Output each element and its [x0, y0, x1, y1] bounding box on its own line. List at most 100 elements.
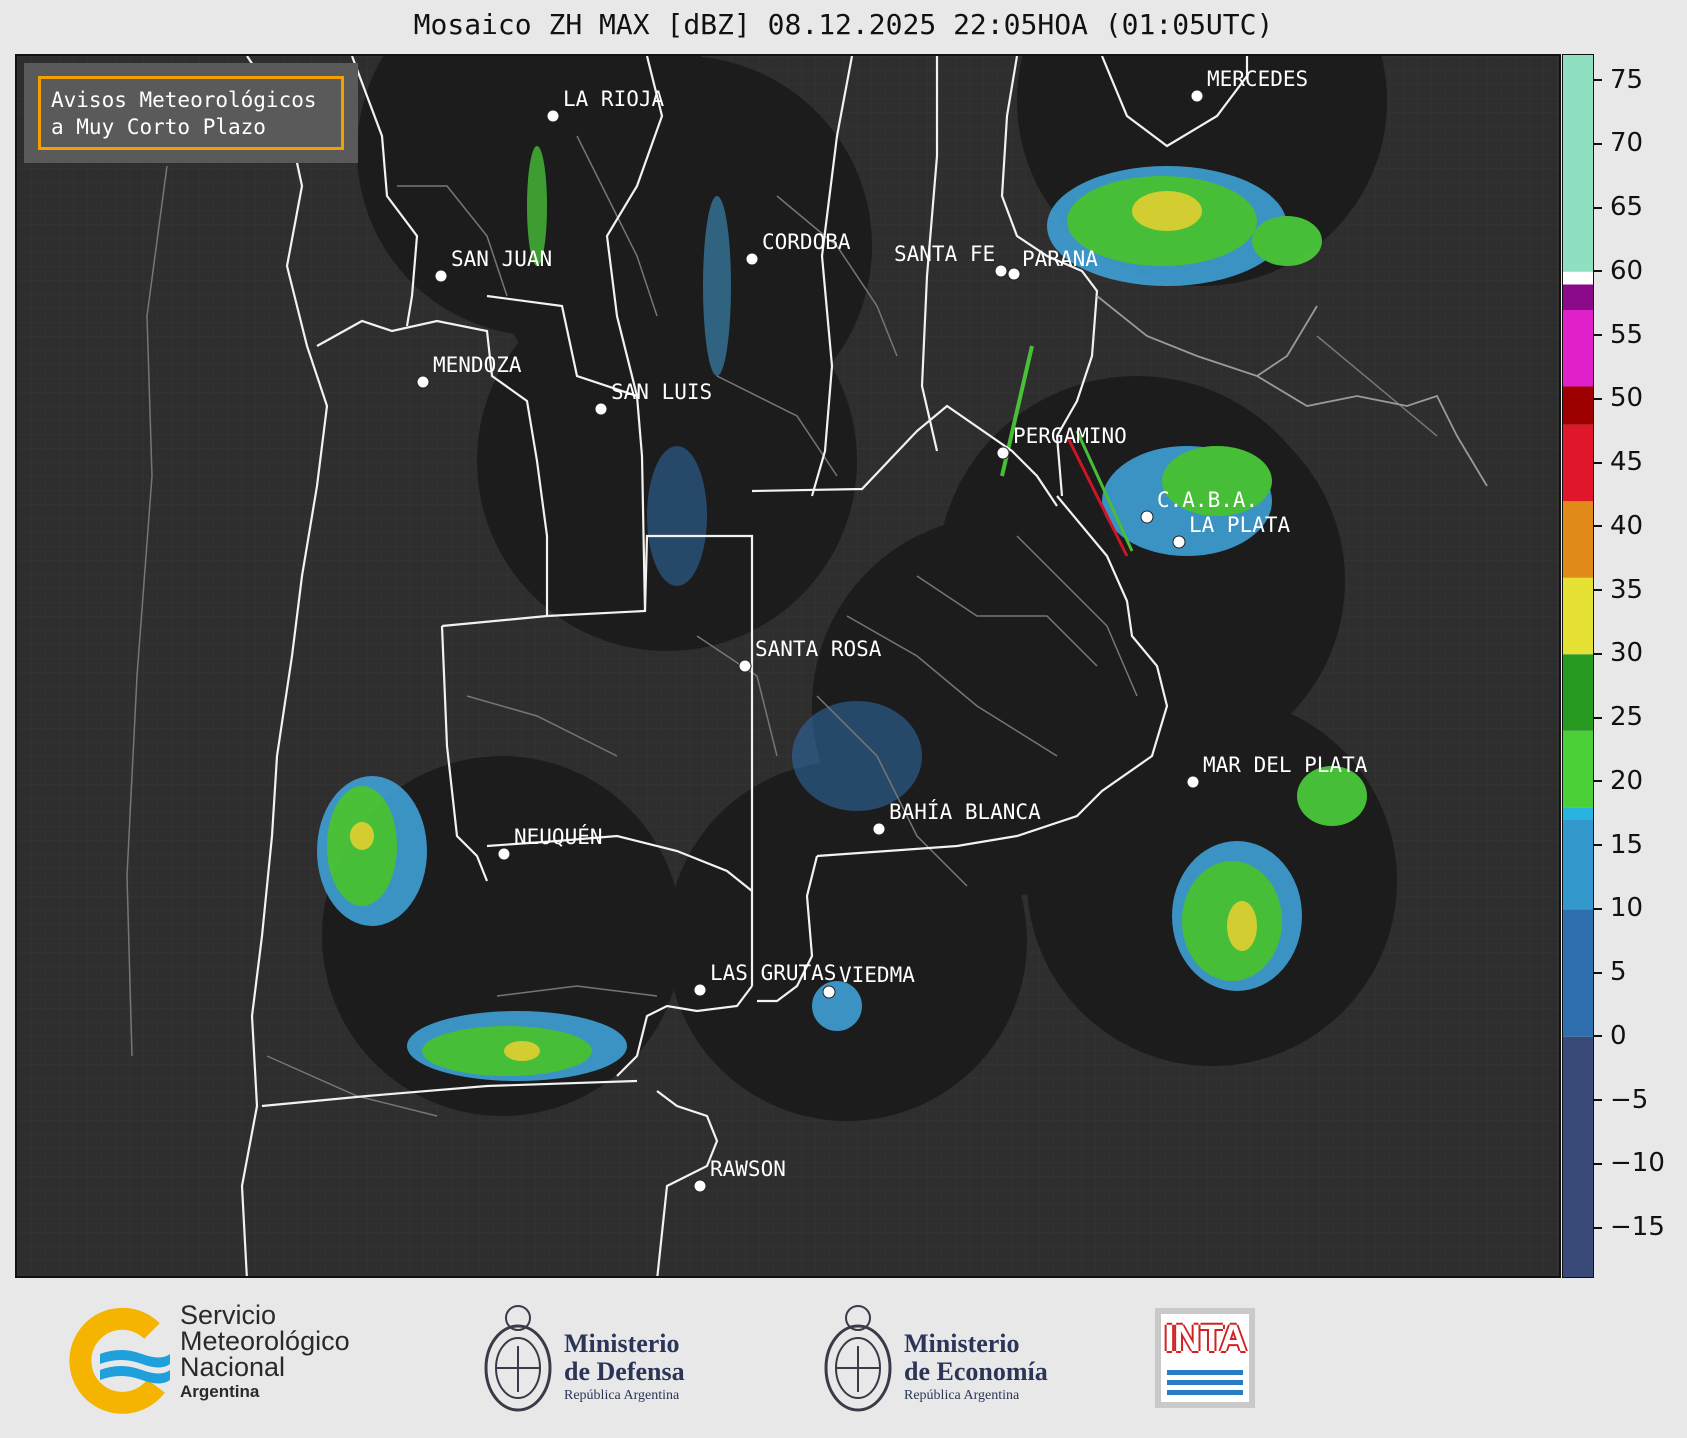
warning-line-2: a Muy Corto Plazo [51, 115, 266, 139]
colorbar-band-5 [1563, 654, 1593, 731]
city-label-san-luis: SAN LUIS [611, 380, 712, 404]
city-label-la-plata: LA PLATA [1189, 513, 1291, 537]
city-label-santa-fe: SANTA FE [894, 242, 995, 266]
colorbar-tick-label: 0 [1594, 1021, 1627, 1051]
reflectivity-colorbar [1562, 54, 1594, 1278]
inta-logo-inner: INTA [1161, 1314, 1249, 1402]
colorbar-band-7 [1563, 501, 1593, 578]
footer-logos: Servicio Meteorológico Nacional Argentin… [0, 1278, 1687, 1438]
defensa-line-1: Ministerio [564, 1329, 680, 1358]
colorbar-band-6 [1563, 577, 1593, 655]
city-dot-pergamino [996, 446, 1010, 460]
economia-seal-icon [824, 1305, 892, 1412]
city-label-pergamino: PERGAMINO [1013, 424, 1127, 448]
colorbar-band-11 [1563, 284, 1593, 310]
economia-line-1: Ministerio [904, 1329, 1020, 1358]
colorbar-tick-label: 25 [1594, 702, 1643, 732]
city-label-parana: PARANA [1022, 247, 1098, 271]
city-label-viedma: VIEDMA [839, 963, 915, 987]
colorbar-tick-label: 5 [1594, 957, 1627, 987]
colorbar-band-9 [1563, 386, 1593, 425]
colorbar-tick-label: 65 [1594, 192, 1643, 222]
colorbar-tick-label: 40 [1594, 511, 1643, 541]
defensa-seal-icon [484, 1305, 552, 1412]
city-dot-neuquen [497, 847, 511, 861]
city-dot-mercedes [1190, 89, 1204, 103]
colorbar-band-8 [1563, 424, 1593, 502]
city-label-bahia-blanca: BAHÍA BLANCA [889, 799, 1041, 824]
inta-stripe-1 [1167, 1370, 1243, 1375]
colorbar-band-1 [1563, 909, 1593, 1037]
city-label-la-rioja: LA RIOJA [563, 87, 665, 111]
city-label-san-juan: SAN JUAN [451, 247, 552, 271]
colorbar-band-3 [1563, 807, 1593, 820]
colorbar-tick-label: 50 [1594, 383, 1643, 413]
colorbar-ticks: 75 70 65 60 55 50 45 40 35 30 25 20 15 10 5 0 −5 −10 −15 [1594, 54, 1687, 1278]
city-dot-san-luis [594, 402, 608, 416]
inta-logo: INTA [1155, 1308, 1255, 1408]
colorbar-tick-label: −10 [1594, 1148, 1665, 1178]
city-label-cordoba: CORDOBA [762, 230, 851, 254]
colorbar-band-2 [1563, 820, 1593, 910]
colorbar-bands [1563, 55, 1593, 1277]
city-dot-caba [1140, 510, 1154, 524]
city-dot-bahia-blanca [872, 822, 886, 836]
city-dot-rawson [693, 1179, 707, 1193]
inta-stripe-2 [1167, 1380, 1243, 1385]
colorbar-band-0 [1563, 1036, 1593, 1277]
inta-word: INTA [1164, 1318, 1247, 1360]
city-label-neuquen: NEUQUÉN [514, 824, 603, 849]
colorbar-tick-label: 10 [1594, 893, 1643, 923]
colorbar-band-13 [1563, 55, 1593, 272]
city-dot-la-plata [1172, 535, 1186, 549]
inta-stripe-3 [1167, 1390, 1243, 1395]
warning-box: Avisos Meteorológicos a Muy Corto Plazo [24, 63, 358, 163]
colorbar-tick-label: 75 [1594, 65, 1643, 95]
city-dot-santa-rosa [738, 659, 752, 673]
colorbar-tick-label: 35 [1594, 575, 1643, 605]
map-canvas: LA RIOJA SAN JUAN CORDOBA SANTA FE PARANA MER… [17, 56, 1559, 1276]
city-label-santa-rosa: SANTA ROSA [755, 637, 882, 661]
city-label-caba: C.A.B.A. [1157, 488, 1258, 512]
colorbar-tick-label: −5 [1594, 1085, 1648, 1115]
colorbar-band-10 [1563, 310, 1593, 387]
colorbar-tick-label: −15 [1594, 1212, 1665, 1242]
city-label-las-grutas: LAS GRUTAS [710, 961, 836, 985]
city-label-mercedes: MERCEDES [1207, 67, 1308, 91]
city-dot-cordoba [745, 252, 759, 266]
city-label-rawson: RAWSON [710, 1157, 786, 1181]
colorbar-band-12 [1563, 271, 1593, 285]
colorbar-tick-label: 60 [1594, 256, 1643, 286]
city-dot-viedma [822, 985, 836, 999]
colorbar-band-4 [1563, 730, 1593, 808]
smn-sub: Argentina [180, 1382, 260, 1401]
city-label-mar-del-plata: MAR DEL PLATA [1203, 753, 1368, 777]
colorbar-tick-label: 15 [1594, 830, 1643, 860]
city-dot-la-rioja [546, 109, 560, 123]
defensa-line-2: de Defensa [564, 1357, 685, 1386]
city-dot-san-juan [434, 269, 448, 283]
defensa-sub: República Argentina [564, 1388, 680, 1403]
economia-text: Ministerio de Economía República Argenti… [904, 1330, 1048, 1404]
smn-name: Servicio Meteorológico Nacional Argentin… [180, 1302, 350, 1402]
colorbar-tick-label: 20 [1594, 766, 1643, 796]
smn-logo-icon [69, 1307, 170, 1414]
city-dot-mar-del-plata [1186, 775, 1200, 789]
smn-line-2: Meteorológico [180, 1326, 350, 1356]
colorbar-tick-label: 55 [1594, 320, 1643, 350]
warning-line-1: Avisos Meteorológicos [51, 88, 317, 112]
colorbar-tick-label: 30 [1594, 638, 1643, 668]
smn-line-1: Servicio [180, 1300, 277, 1330]
map-title: Mosaico ZH MAX [dBZ] 08.12.2025 22:05HOA… [413, 8, 1274, 41]
city-dot-las-grutas [693, 983, 707, 997]
city-label-mendoza: MENDOZA [433, 353, 522, 377]
defensa-text: Ministerio de Defensa República Argentin… [564, 1330, 685, 1404]
smn-line-3: Nacional [180, 1352, 286, 1382]
warning-box-frame: Avisos Meteorológicos a Muy Corto Plazo [38, 76, 344, 150]
colorbar-tick-label: 70 [1594, 128, 1643, 158]
radar-map[interactable]: LA RIOJA SAN JUAN CORDOBA SANTA FE PARANA MER… [15, 54, 1561, 1278]
economia-line-2: de Economía [904, 1357, 1048, 1386]
city-dot-santa-fe [994, 264, 1008, 278]
city-dot-parana [1007, 267, 1021, 281]
colorbar-tick-label: 45 [1594, 447, 1643, 477]
